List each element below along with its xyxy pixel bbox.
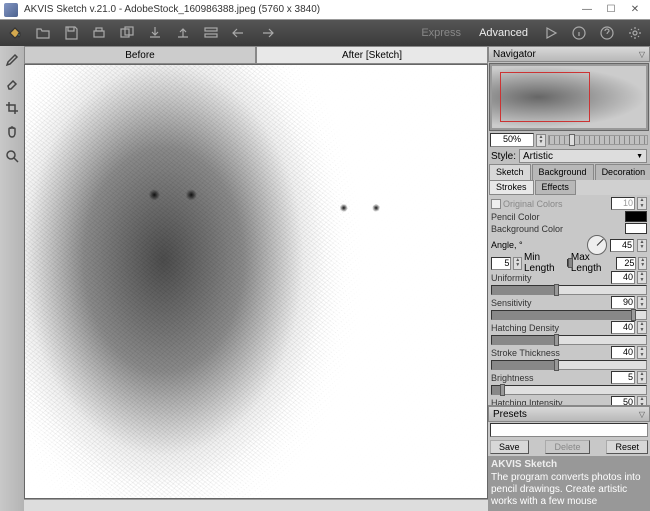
save-preset-button[interactable]: Save [490,440,529,454]
original-colors-checkbox[interactable] [491,199,501,209]
open-icon[interactable] [32,22,54,44]
window-title: AKVIS Sketch v.21.0 - AdobeStock_1609863… [24,4,576,15]
sketch-preview [25,65,487,498]
zoom-tool-icon[interactable] [2,146,22,166]
eraser-tool-icon[interactable] [2,74,22,94]
style-label: Style: [491,151,516,162]
zoom-slider[interactable] [548,135,648,145]
navigator-header[interactable]: Navigator▽ [488,46,650,62]
maximize-button[interactable]: ☐ [600,3,622,17]
left-toolbar [0,46,24,511]
navigator-thumbnail[interactable] [489,63,649,131]
brightness-value[interactable]: 5 [611,371,635,384]
min-length-value[interactable]: 5 [491,257,511,270]
print-icon[interactable] [88,22,110,44]
pencil-tool-icon[interactable] [2,50,22,70]
tab-effects[interactable]: Effects [535,180,576,195]
tab-after[interactable]: After [Sketch] [256,46,488,64]
canvas[interactable] [24,64,488,499]
angle-value[interactable]: 45 [610,239,634,252]
reset-preset-button[interactable]: Reset [606,440,648,454]
advanced-mode[interactable]: Advanced [473,27,534,39]
export-icon[interactable] [144,22,166,44]
original-colors-value: 10 [611,197,635,210]
tab-sketch[interactable]: Sketch [489,164,531,180]
zoom-spinner[interactable]: ▲▼ [536,134,546,147]
stroke-thickness-value[interactable]: 40 [611,346,635,359]
express-mode[interactable]: Express [415,27,467,39]
run-icon[interactable] [540,22,562,44]
hatching-intensity-value[interactable]: 50 [611,396,635,405]
length-slider[interactable] [567,259,569,267]
app-icon [4,3,18,17]
tab-background[interactable]: Background [532,164,594,180]
undo-icon[interactable] [228,22,250,44]
hatching-density-slider[interactable] [491,335,647,345]
hatching-density-value[interactable]: 40 [611,321,635,334]
brightness-slider[interactable] [491,385,647,395]
save-icon[interactable] [60,22,82,44]
delete-preset-button[interactable]: Delete [545,440,589,454]
zoom-select[interactable]: 50% [490,133,534,147]
main-toolbar: Express Advanced [0,20,650,46]
info-icon[interactable] [568,22,590,44]
tab-decoration[interactable]: Decoration [595,164,650,180]
help-icon[interactable] [596,22,618,44]
import-icon[interactable] [172,22,194,44]
pencil-color-swatch[interactable] [625,211,647,222]
redo-icon[interactable] [256,22,278,44]
settings-icon[interactable] [624,22,646,44]
h-scrollbar[interactable] [24,499,488,511]
hand-tool-icon[interactable] [2,122,22,142]
max-length-value[interactable]: 25 [616,257,636,270]
info-panel: AKVIS Sketch The program converts photos… [488,456,650,511]
close-button[interactable]: ✕ [624,3,646,17]
angle-dial[interactable] [587,235,607,255]
uniformity-value[interactable]: 40 [611,271,635,284]
batch-icon[interactable] [116,22,138,44]
tab-before[interactable]: Before [24,46,256,64]
minimize-button[interactable]: — [576,3,598,17]
bucket-icon[interactable] [4,22,26,44]
crop-tool-icon[interactable] [2,98,22,118]
background-color-swatch[interactable] [625,223,647,234]
tab-strokes[interactable]: Strokes [489,180,534,195]
presets-header[interactable]: Presets▽ [488,406,650,422]
presets-icon[interactable] [200,22,222,44]
uniformity-slider[interactable] [491,285,647,295]
titlebar: AKVIS Sketch v.21.0 - AdobeStock_1609863… [0,0,650,20]
sensitivity-slider[interactable] [491,310,647,320]
sensitivity-value[interactable]: 90 [611,296,635,309]
presets-dropdown[interactable] [490,423,648,437]
style-dropdown[interactable]: Artistic▼ [519,149,647,163]
right-panel: Navigator▽ 50%▲▼ Style: Artistic▼ Sketch… [488,46,650,511]
stroke-thickness-slider[interactable] [491,360,647,370]
